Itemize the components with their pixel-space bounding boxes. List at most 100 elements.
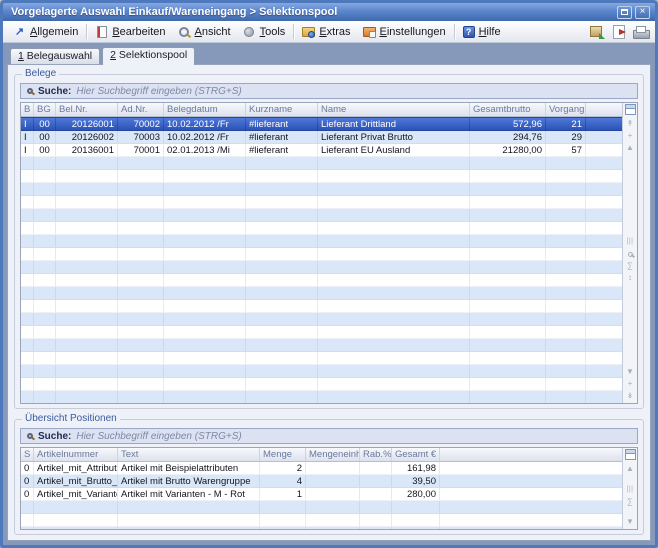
column-header-filler	[586, 103, 622, 116]
tab-belegauswahl[interactable]: 1 Belegauswahl	[10, 48, 100, 64]
table-row[interactable]: I00201260027000310.02.2012 /Fr#lieferant…	[21, 131, 622, 144]
tab-selektionspool[interactable]: 2 Selektionspool	[102, 47, 195, 65]
column-header-vorgang[interactable]: Vorgang	[546, 103, 586, 116]
table-cell	[34, 196, 56, 208]
table-cell	[546, 209, 586, 221]
menu-item-tools[interactable]: Tools	[237, 25, 292, 39]
column-header-artikelnummer[interactable]: Artikelnummer	[34, 448, 118, 461]
close-button[interactable]: ×	[635, 6, 650, 19]
table-cell	[546, 326, 586, 338]
table-cell	[360, 475, 392, 487]
column-header-name[interactable]: Name	[318, 103, 470, 116]
positionen-search-input[interactable]: Suche: Hier Suchbegriff eingeben (STRG+S…	[20, 428, 638, 444]
column-header-mengeneinheit[interactable]: Mengeneinheit	[306, 448, 360, 461]
column-header-bel-nr-[interactable]: Bel.Nr.	[56, 103, 118, 116]
table-cell	[546, 183, 586, 195]
add-icon[interactable]: +	[624, 380, 637, 388]
table-cell	[34, 157, 56, 169]
table-cell	[118, 352, 164, 364]
table-cell	[118, 365, 164, 377]
table-cell: 21280,00	[470, 144, 546, 156]
table-row[interactable]: 0Artikel_mit_Brutto_WGArtikel mit Brutto…	[21, 475, 622, 488]
table-cell	[118, 378, 164, 390]
menu-item-ansicht[interactable]: Ansicht	[172, 25, 237, 39]
column-header-filler	[440, 448, 622, 461]
sort-icon[interactable]: ↕	[624, 274, 637, 282]
table-cell	[306, 462, 360, 474]
table-cell	[546, 170, 586, 182]
table-row[interactable]: 0Artikel_mit_Varianten.Artikel mit Varia…	[21, 488, 622, 501]
table-row[interactable]: 0Artikel_mit_AttributenArtikel mit Beisp…	[21, 462, 622, 475]
column-header-rab-[interactable]: Rab.%	[360, 448, 392, 461]
table-cell-filler	[586, 339, 622, 351]
table-cell-filler	[586, 274, 622, 286]
table-cell: #lieferant	[246, 144, 318, 156]
table-cell: Artikel_mit_Brutto_WG	[34, 475, 118, 487]
table-cell	[118, 196, 164, 208]
add-icon[interactable]: +	[624, 132, 637, 140]
column-chooser-icon[interactable]	[625, 449, 636, 460]
row-up-icon[interactable]: ▲	[624, 465, 637, 473]
table-row-empty	[21, 378, 622, 391]
table-cell	[470, 313, 546, 325]
table-row-empty	[21, 157, 622, 170]
columns-icon[interactable]: |||	[624, 486, 637, 494]
table-cell	[118, 326, 164, 338]
restore-button[interactable]	[617, 6, 632, 19]
table-cell: Artikel_mit_Varianten.	[34, 488, 118, 500]
magnifier-icon[interactable]	[624, 250, 637, 258]
menu-item-einstellungen[interactable]: Einstellungen	[357, 25, 452, 39]
column-header-b[interactable]: B	[21, 103, 34, 116]
row-down-icon[interactable]: ▼	[624, 518, 637, 526]
go-last-icon[interactable]: ↡	[624, 392, 637, 400]
column-chooser-icon[interactable]	[625, 104, 636, 115]
column-header-bg[interactable]: BG	[34, 103, 56, 116]
search-placeholder: Hier Suchbegriff eingeben (STRG+S)	[76, 86, 241, 97]
columns-icon[interactable]: |||	[624, 238, 637, 246]
row-up-icon[interactable]: ▲	[624, 144, 637, 152]
menu-item-hilfe[interactable]: ?Hilfe	[457, 25, 507, 39]
column-header-gesamtbrutto[interactable]: Gesamtbrutto	[470, 103, 546, 116]
table-cell	[34, 183, 56, 195]
table-cell: 572,96	[470, 118, 546, 130]
table-cell: I	[21, 118, 34, 130]
table-cell	[118, 157, 164, 169]
column-header-menge[interactable]: Menge	[260, 448, 306, 461]
table-row[interactable]: I00201360017000102.01.2013 /Mi#lieferant…	[21, 144, 622, 157]
menu-item-extras[interactable]: Extras	[296, 25, 356, 39]
column-header-ad-nr-[interactable]: Ad.Nr.	[118, 103, 164, 116]
table-cell	[21, 248, 34, 260]
table-cell	[34, 365, 56, 377]
table-cell: 20136001	[56, 144, 118, 156]
table-cell	[56, 378, 118, 390]
table-cell	[470, 222, 546, 234]
menu-item-allgemein[interactable]: ↗Allgemein	[7, 25, 84, 39]
table-cell	[246, 235, 318, 247]
column-header-text[interactable]: Text	[118, 448, 260, 461]
table-cell	[318, 352, 470, 364]
table-cell	[318, 365, 470, 377]
package-icon[interactable]	[589, 25, 605, 39]
table-cell-filler	[586, 352, 622, 364]
table-cell-filler	[440, 527, 622, 529]
menu-item-bearbeiten[interactable]: Bearbeiten	[89, 25, 171, 39]
column-header-s[interactable]: S	[21, 448, 34, 461]
print-icon[interactable]	[633, 25, 649, 39]
table-cell	[246, 196, 318, 208]
column-header-belegdatum[interactable]: Belegdatum	[164, 103, 246, 116]
table-row[interactable]: I00201260017000210.02.2012 /Fr#lieferant…	[21, 117, 622, 131]
belege-search-input[interactable]: Suche: Hier Suchbegriff eingeben (STRG+S…	[20, 83, 638, 99]
table-cell	[246, 339, 318, 351]
table-row-empty	[21, 222, 622, 235]
column-header-gesamt-[interactable]: Gesamt €	[392, 448, 440, 461]
sum-icon[interactable]: ∑	[624, 498, 637, 506]
table-cell: Lieferant Drittland	[318, 118, 470, 130]
table-cell	[360, 488, 392, 500]
report-icon[interactable]	[611, 25, 627, 39]
table-cell	[164, 326, 246, 338]
table-cell	[21, 313, 34, 325]
column-header-kurzname[interactable]: Kurzname	[246, 103, 318, 116]
row-down-icon[interactable]: ▼	[624, 368, 637, 376]
sum-icon[interactable]: ∑	[624, 262, 637, 270]
go-first-icon[interactable]: ↟	[624, 120, 637, 128]
